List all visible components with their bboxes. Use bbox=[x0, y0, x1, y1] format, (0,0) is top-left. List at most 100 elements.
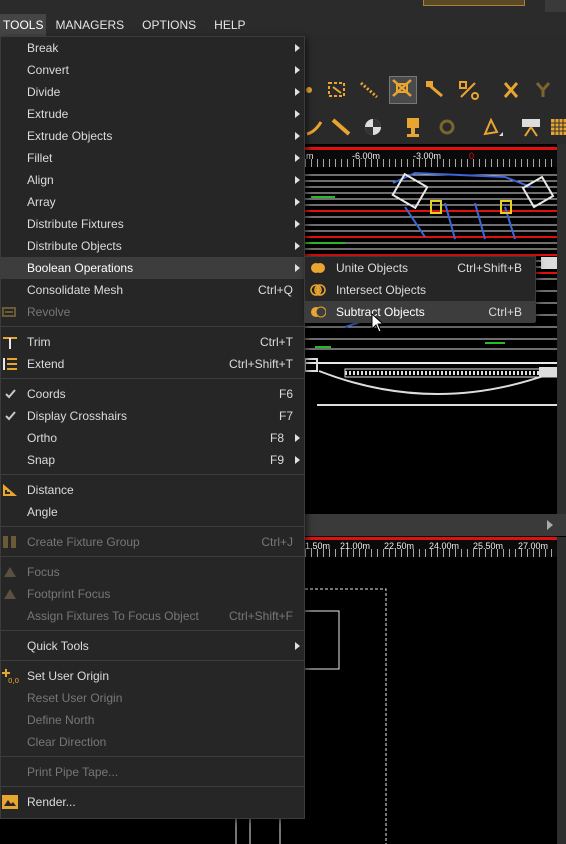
fixture-focus-icon[interactable] bbox=[435, 116, 459, 138]
menu-options[interactable]: OPTIONS bbox=[133, 14, 205, 36]
menu-item-label: Coords bbox=[27, 387, 66, 401]
menu-item-label: Set User Origin bbox=[27, 669, 110, 683]
menu-separator bbox=[1, 786, 304, 787]
render-icon bbox=[1, 794, 19, 810]
grid-texture-icon[interactable] bbox=[547, 116, 566, 138]
menu-item-label: Assign Fixtures To Focus Object bbox=[27, 609, 199, 623]
menu-item-align[interactable]: Align bbox=[1, 169, 304, 191]
menu-item-shortcut: Ctrl+Shift+T bbox=[228, 357, 293, 371]
menu-item-consolidate-mesh[interactable]: Consolidate Mesh Ctrl+Q bbox=[1, 279, 304, 301]
chevron-right-icon[interactable] bbox=[545, 519, 555, 531]
menu-item-display-crosshairs[interactable]: Display Crosshairs F7 bbox=[1, 405, 304, 427]
focus-icon bbox=[1, 564, 19, 580]
projector-icon[interactable] bbox=[519, 116, 543, 138]
menu-separator bbox=[1, 378, 304, 379]
measure-icon[interactable] bbox=[357, 79, 381, 101]
menu-item-boolean-operations[interactable]: Boolean Operations bbox=[1, 257, 304, 279]
pen-tool-icon[interactable] bbox=[481, 116, 505, 138]
menu-item-label: Unite Objects bbox=[336, 261, 409, 275]
unite-icon bbox=[310, 260, 326, 276]
menu-item-fillet[interactable]: Fillet bbox=[1, 147, 304, 169]
menu-item-angle[interactable]: Angle bbox=[1, 501, 304, 523]
menu-item-print-pipe-tape: Print Pipe Tape... bbox=[1, 761, 304, 783]
mouse-cursor-icon bbox=[371, 313, 385, 333]
tools-menu: Break Convert Divide Extrude Extrude Obj… bbox=[0, 36, 305, 819]
menu-item-break[interactable]: Break bbox=[1, 37, 304, 59]
menu-item-clear-direction: Clear Direction bbox=[1, 731, 304, 753]
ruler-label: 21.00m bbox=[340, 541, 371, 551]
submenu-arrow-icon bbox=[295, 242, 300, 250]
menu-item-extend[interactable]: Extend Ctrl+Shift+T bbox=[1, 353, 304, 375]
menu-item-array[interactable]: Array bbox=[1, 191, 304, 213]
menu-item-trim[interactable]: Trim Ctrl+T bbox=[1, 331, 304, 353]
menu-item-quick-tools[interactable]: Quick Tools bbox=[1, 635, 304, 657]
extend-icon bbox=[1, 356, 19, 372]
menu-item-shortcut: Ctrl+T bbox=[260, 335, 293, 349]
tape-tool-icon[interactable] bbox=[329, 116, 353, 138]
menu-item-shortcut: Ctrl+Shift+B bbox=[457, 261, 522, 275]
menu-item-label: Clear Direction bbox=[27, 735, 107, 749]
viewport-splitter[interactable] bbox=[305, 514, 566, 536]
menu-item-label: Create Fixture Group bbox=[27, 535, 140, 549]
move-tool-icon[interactable] bbox=[389, 76, 417, 104]
menu-item-ortho[interactable]: Ortho F8 bbox=[1, 427, 304, 449]
menu-item-reset-user-origin: Reset User Origin bbox=[1, 687, 304, 709]
menu-item-assign-fixtures-to-focus-object: Assign Fixtures To Focus Object Ctrl+Shi… bbox=[1, 605, 304, 627]
menu-item-distribute-fixtures[interactable]: Distribute Fixtures bbox=[1, 213, 304, 235]
scale-tool-icon[interactable] bbox=[457, 79, 481, 101]
menu-item-label: Align bbox=[27, 173, 54, 187]
menu-separator bbox=[1, 756, 304, 757]
vertical-scrollbar[interactable] bbox=[557, 144, 566, 514]
y-axis-icon[interactable] bbox=[531, 79, 555, 101]
submenu-arrow-icon bbox=[295, 220, 300, 228]
menu-managers[interactable]: MANAGERS bbox=[46, 14, 133, 36]
light-fixture-icon[interactable] bbox=[401, 116, 425, 138]
menu-item-subtract-objects[interactable]: Subtract Objects Ctrl+B bbox=[305, 301, 535, 323]
toolbar bbox=[305, 36, 566, 144]
menu-item-label: Print Pipe Tape... bbox=[27, 765, 119, 779]
menu-item-distribute-objects[interactable]: Distribute Objects bbox=[1, 235, 304, 257]
menu-separator bbox=[1, 556, 304, 557]
menu-item-shortcut: Ctrl+J bbox=[261, 535, 293, 549]
vertical-scrollbar-lower[interactable] bbox=[557, 537, 566, 844]
menu-item-convert[interactable]: Convert bbox=[1, 59, 304, 81]
top-viewport[interactable] bbox=[305, 167, 557, 514]
menu-item-label: Distance bbox=[27, 483, 74, 497]
menu-separator bbox=[1, 526, 304, 527]
ruler-label: 0 bbox=[469, 151, 475, 161]
menu-item-extrude-objects[interactable]: Extrude Objects bbox=[1, 125, 304, 147]
arc-tool-icon[interactable] bbox=[305, 116, 329, 138]
ruler-label: 27.00m bbox=[518, 541, 549, 551]
menu-item-label: Quick Tools bbox=[27, 639, 89, 653]
menu-tools[interactable]: TOOLS bbox=[0, 14, 47, 36]
menu-item-render[interactable]: Render... bbox=[1, 791, 304, 813]
menu-item-set-user-origin[interactable]: 0,0 Set User Origin bbox=[1, 665, 304, 687]
menu-item-label: Divide bbox=[27, 85, 61, 99]
menu-item-label: Revolve bbox=[27, 305, 71, 319]
menu-item-label: Focus bbox=[27, 565, 60, 579]
window-control[interactable] bbox=[545, 0, 566, 12]
menu-item-label: Boolean Operations bbox=[27, 261, 134, 275]
menu-item-snap[interactable]: Snap F9 bbox=[1, 449, 304, 471]
menu-separator bbox=[1, 660, 304, 661]
ruler-label: m bbox=[306, 151, 314, 161]
menu-item-extrude[interactable]: Extrude bbox=[1, 103, 304, 125]
footprint-focus-icon bbox=[1, 586, 19, 602]
menu-item-intersect-objects[interactable]: Intersect Objects bbox=[305, 279, 535, 301]
checkmark-icon bbox=[1, 408, 19, 424]
sphere-icon[interactable] bbox=[361, 116, 385, 138]
menu-item-unite-objects[interactable]: Unite Objects Ctrl+Shift+B bbox=[305, 257, 535, 279]
rotate-tool-icon[interactable] bbox=[423, 79, 447, 101]
select-box-icon[interactable] bbox=[325, 79, 349, 101]
distance-icon bbox=[1, 482, 19, 498]
submenu-arrow-icon bbox=[295, 88, 300, 96]
x-axis-icon[interactable] bbox=[499, 79, 523, 101]
menu-help[interactable]: HELP bbox=[205, 14, 254, 36]
menu-separator bbox=[1, 630, 304, 631]
menu-item-coords[interactable]: Coords F6 bbox=[1, 383, 304, 405]
menu-item-divide[interactable]: Divide bbox=[1, 81, 304, 103]
menu-item-label: Render... bbox=[27, 795, 76, 809]
menu-item-shortcut: F8 bbox=[269, 431, 284, 445]
user-origin-icon: 0,0 bbox=[1, 668, 19, 685]
menu-item-distance[interactable]: Distance bbox=[1, 479, 304, 501]
